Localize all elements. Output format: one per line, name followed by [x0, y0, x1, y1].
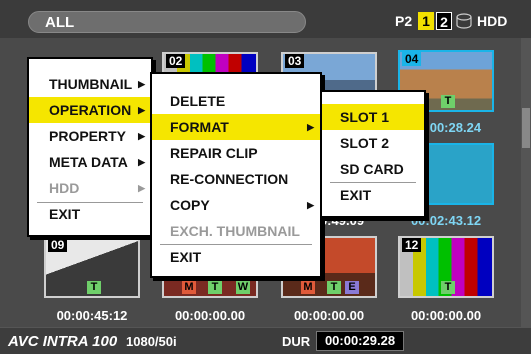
thumb-icon-t: T	[208, 281, 222, 294]
menu-item-operation[interactable]: OPERATION ▶	[29, 97, 151, 123]
p2-label: P2	[395, 13, 413, 29]
scrollbar-thumb[interactable]	[522, 108, 530, 148]
menu-item-format[interactable]: FORMAT ▶	[152, 114, 320, 140]
thumb-number: 03	[285, 54, 305, 68]
submenu-arrow-icon: ▶	[307, 200, 314, 210]
thumb-icon-w: W	[236, 281, 250, 294]
thumb-number: 04	[402, 52, 422, 66]
bottom-bar: AVC INTRA 100 1080/50i DUR 00:00:29.28	[0, 327, 531, 354]
menu-item-slot-1[interactable]: SLOT 1	[322, 104, 424, 130]
menu-item-hdd: HDD ▶	[29, 175, 151, 201]
menu-item-delete[interactable]: DELETE	[152, 88, 320, 114]
submenu-arrow-icon: ▶	[138, 79, 145, 89]
video-format: 1080/50i	[126, 334, 177, 349]
thumb-timecode: 00:00:00.00	[293, 308, 365, 323]
menu-item-sd-card[interactable]: SD CARD	[322, 156, 424, 182]
menu-item-label: RE-CONNECTION	[170, 171, 289, 187]
menu-item-exit-operation[interactable]: EXIT	[152, 244, 320, 270]
menu-item-label: EXIT	[49, 206, 81, 222]
menu-item-exit[interactable]: EXIT	[29, 201, 151, 227]
menu-item-label: REPAIR CLIP	[170, 145, 258, 161]
menu-item-slot-2[interactable]: SLOT 2	[322, 130, 424, 156]
menu-item-label: SLOT 2	[340, 135, 390, 151]
filter-label: ALL	[45, 14, 75, 31]
menu-item-label: EXCH. THUMBNAIL	[170, 223, 300, 239]
submenu-arrow-icon: ▶	[138, 105, 145, 115]
menu-item-label: PROPERTY	[49, 128, 127, 144]
menu-item-label: FORMAT	[170, 119, 229, 135]
thumb-timecode: 00:00:45:12	[56, 308, 128, 323]
menu-item-label: SLOT 1	[340, 109, 390, 125]
duration-label: DUR	[282, 334, 311, 349]
hdd-icon	[456, 13, 472, 29]
menu-item-label: OPERATION	[49, 102, 132, 118]
thumbnail-12[interactable]: 12 T 00:00:00.00	[398, 236, 508, 323]
menu-item-exit-format[interactable]: EXIT	[322, 182, 424, 208]
thumb-icon-e: E	[345, 281, 359, 294]
submenu-arrow-icon: ▶	[138, 131, 145, 141]
thumb-icon-t: T	[441, 95, 455, 108]
submenu-arrow-icon: ▶	[138, 157, 145, 167]
thumbnail-09[interactable]: 09 T 00:00:45:12	[44, 236, 154, 323]
thumb-icon-m: M	[182, 281, 196, 294]
menu-item-copy[interactable]: COPY ▶	[152, 192, 320, 218]
menu-item-label: EXIT	[340, 187, 372, 203]
duration-value: 00:00:29.28	[316, 331, 404, 351]
menu-item-repair-clip[interactable]: REPAIR CLIP	[152, 140, 320, 166]
top-bar: ALL P2 1 2 HDD	[0, 0, 531, 38]
thumb-icon-t: T	[327, 281, 341, 294]
submenu-arrow-icon: ▶	[138, 183, 145, 193]
thumb-icon-t: T	[87, 281, 101, 294]
menu-item-meta-data[interactable]: META DATA ▶	[29, 149, 151, 175]
slot-2-indicator[interactable]: 2	[436, 12, 452, 30]
hdd-label: HDD	[477, 13, 508, 29]
menu-item-property[interactable]: PROPERTY ▶	[29, 123, 151, 149]
menu-item-re-connection[interactable]: RE-CONNECTION	[152, 166, 320, 192]
menu-item-label: COPY	[170, 197, 210, 213]
thumb-frame: 09 T	[44, 236, 140, 298]
menu-item-label: DELETE	[170, 93, 226, 109]
format-submenu: SLOT 1 SLOT 2 SD CARD EXIT	[320, 90, 426, 218]
menu-item-exch-thumbnail: EXCH. THUMBNAIL	[152, 218, 320, 244]
scrollbar[interactable]	[521, 38, 531, 327]
thumb-frame: 12 T	[398, 236, 494, 298]
menu-item-label: HDD	[49, 180, 80, 196]
slot-1-indicator[interactable]: 1	[418, 12, 434, 30]
menu-item-label: EXIT	[170, 249, 202, 265]
main-menu: THUMBNAIL ▶ OPERATION ▶ PROPERTY ▶ META …	[27, 57, 153, 237]
thumb-number: 12	[402, 238, 422, 252]
operation-submenu: DELETE FORMAT ▶ REPAIR CLIP RE-CONNECTIO…	[150, 72, 322, 278]
thumb-icon-t: T	[441, 281, 455, 294]
codec-logo: AVC INTRA 100	[8, 333, 118, 350]
menu-item-label: META DATA	[49, 154, 128, 170]
clip-browser-screen: ALL P2 1 2 HDD 02 03 04 T 00:00:28.24 00…	[0, 0, 531, 354]
thumb-number: 09	[48, 238, 68, 252]
menu-item-label: SD CARD	[340, 161, 404, 177]
submenu-arrow-icon: ▶	[307, 122, 314, 132]
thumb-timecode: 00:00:00.00	[174, 308, 246, 323]
filter-pill[interactable]: ALL	[28, 11, 306, 33]
menu-item-thumbnail[interactable]: THUMBNAIL ▶	[29, 71, 151, 97]
thumb-timecode: 00:00:00.00	[410, 308, 482, 323]
thumb-number: 02	[166, 54, 186, 68]
thumb-icon-m: M	[301, 281, 315, 294]
menu-item-label: THUMBNAIL	[49, 76, 133, 92]
